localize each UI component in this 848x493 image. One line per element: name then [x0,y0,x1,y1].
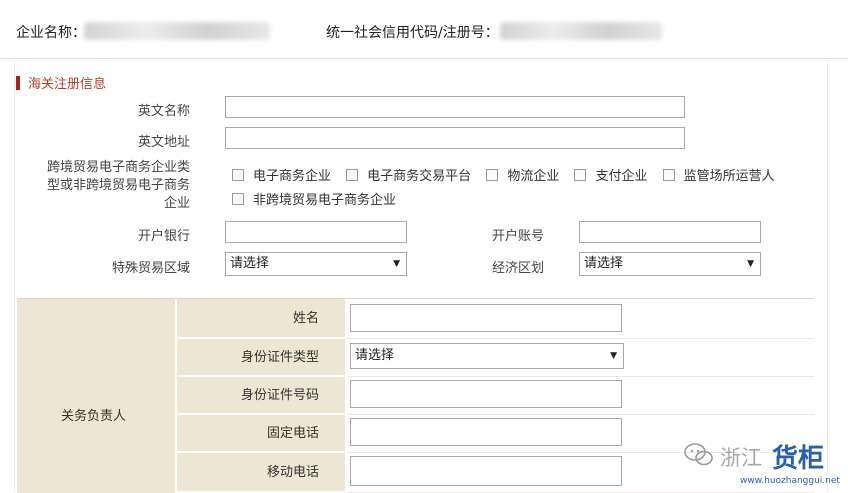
customs-contact-group-cell: 关务负责人 [17,299,177,493]
name-row [347,299,814,339]
special-zone-select[interactable]: 请选择 ▼ [225,252,407,276]
credit-code-label: 统一社会信用代码/注册号： [326,25,499,41]
enterprise-type-options: 电子商务企业 电子商务交易平台 物流企业 支付企业 监管场所运营人 非跨境贸易电… [232,165,802,213]
watermark: 浙江 货柜 www.huozhanggui.net [680,432,848,492]
watermark-brand: 货柜 [772,444,825,474]
id-type-select[interactable]: 请选择 ▼ [350,343,624,369]
section-marker-icon [16,76,20,90]
enterprise-type-label: 跨境贸易电子商务企业类 型或非跨境贸易电子商务 企业 [46,160,190,211]
watermark-url: www.huozhanggui.net [740,476,840,486]
checkbox-unchecked-icon[interactable] [486,169,499,181]
company-name-label: 企业名称： [16,25,86,41]
watermark-text: 浙江 [720,446,762,470]
triangle-down-icon[interactable]: ▼ [610,344,617,368]
economic-zone-select[interactable]: 请选择 ▼ [579,252,761,276]
id-number-label: 身份证件号码 [177,377,345,415]
checkbox-unchecked-icon[interactable] [574,169,587,181]
triangle-down-icon[interactable]: ▼ [393,253,400,275]
option-ecommerce-enterprise[interactable]: 电子商务企业 [232,169,331,184]
section-title: 海关注册信息 [16,73,106,92]
option-payment-enterprise[interactable]: 支付企业 [574,169,647,184]
checkbox-unchecked-icon[interactable] [662,169,675,181]
id-number-row [347,377,814,415]
phone-label: 固定电话 [177,415,345,453]
account-input[interactable] [579,221,761,243]
id-type-row: 请选择 ▼ [347,339,814,377]
customs-contact-group-label: 关务负责人 [61,409,127,424]
checkbox-unchecked-icon[interactable] [346,169,359,181]
bank-label: 开户银行 [137,229,190,244]
english-name-label: 英文名称 [137,104,190,119]
mobile-input[interactable] [350,456,622,486]
bank-input[interactable] [225,221,407,243]
option-logistics-enterprise[interactable]: 物流企业 [486,169,559,184]
checkbox-unchecked-icon[interactable] [232,193,244,205]
economic-zone-label: 经济区划 [491,261,544,276]
checkbox-unchecked-icon[interactable] [232,169,244,181]
id-type-label: 身份证件类型 [177,339,345,377]
special-zone-label: 特殊贸易区域 [111,261,190,276]
triangle-down-icon[interactable]: ▼ [747,253,754,275]
company-header: 企业名称： 统一社会信用代码/注册号： [0,0,848,59]
option-ecommerce-platform[interactable]: 电子商务交易平台 [346,169,471,184]
mobile-label: 移动电话 [177,453,345,493]
english-name-input[interactable] [225,96,685,118]
company-name-redacted [84,22,270,40]
account-label: 开户账号 [491,229,544,244]
option-non-crossborder[interactable]: 非跨境贸易电子商务企业 [232,193,396,208]
name-input[interactable] [350,304,622,332]
wechat-icon [684,443,713,466]
english-address-input[interactable] [225,127,685,149]
phone-input[interactable] [350,418,622,446]
name-label: 姓名 [177,299,345,339]
option-supervision-operator[interactable]: 监管场所运营人 [662,169,775,184]
credit-code-redacted [500,22,662,40]
english-address-label: 英文地址 [137,135,190,150]
id-number-input[interactable] [350,380,622,408]
